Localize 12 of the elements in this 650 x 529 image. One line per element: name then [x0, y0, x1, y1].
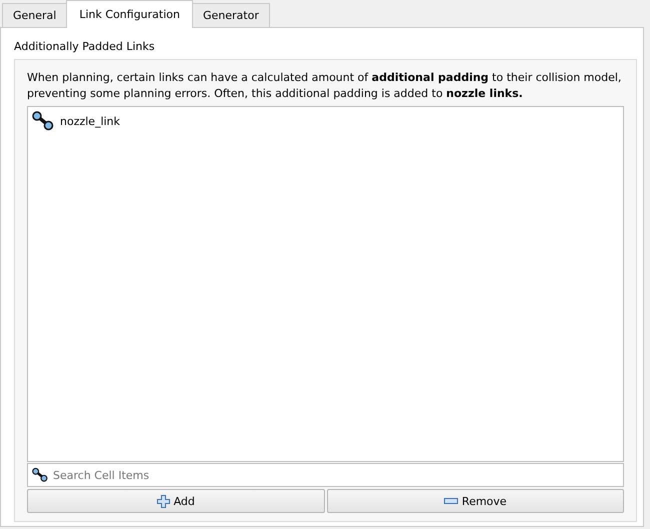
link-icon [32, 111, 54, 131]
tab[interactable]: Link Configuration [66, 0, 193, 28]
plus-icon [156, 494, 170, 508]
group-title: Additionally Padded Links [13, 40, 156, 53]
tab[interactable]: Generator [192, 3, 270, 27]
description-text: When planning, certain links can have a calculated amount of additional padding to their collision model, preventing some planning errors. Often, this additional padding is added to nozzle links. [27, 70, 622, 102]
tab[interactable]: General [2, 3, 68, 27]
minus-icon [444, 498, 458, 504]
add-button[interactable]: Add [27, 489, 324, 513]
remove-button[interactable]: Remove [326, 489, 624, 513]
search-field[interactable]: Search Cell Items [27, 463, 624, 487]
list-item[interactable]: nozzle_link [32, 109, 619, 133]
